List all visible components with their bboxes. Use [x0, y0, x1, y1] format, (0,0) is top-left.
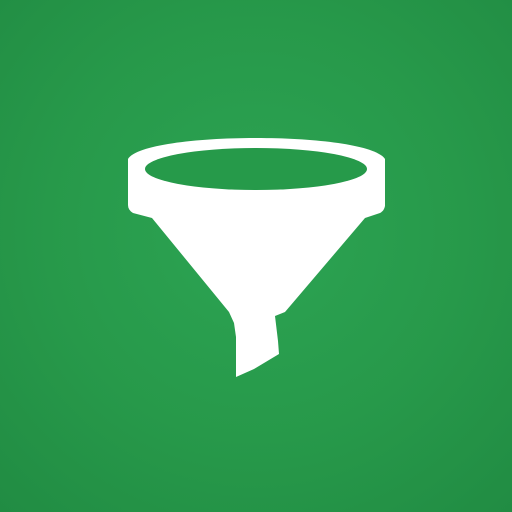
- funnel-opening: [145, 148, 367, 190]
- funnel-icon: [128, 138, 385, 377]
- app-icon-tile: [0, 0, 512, 512]
